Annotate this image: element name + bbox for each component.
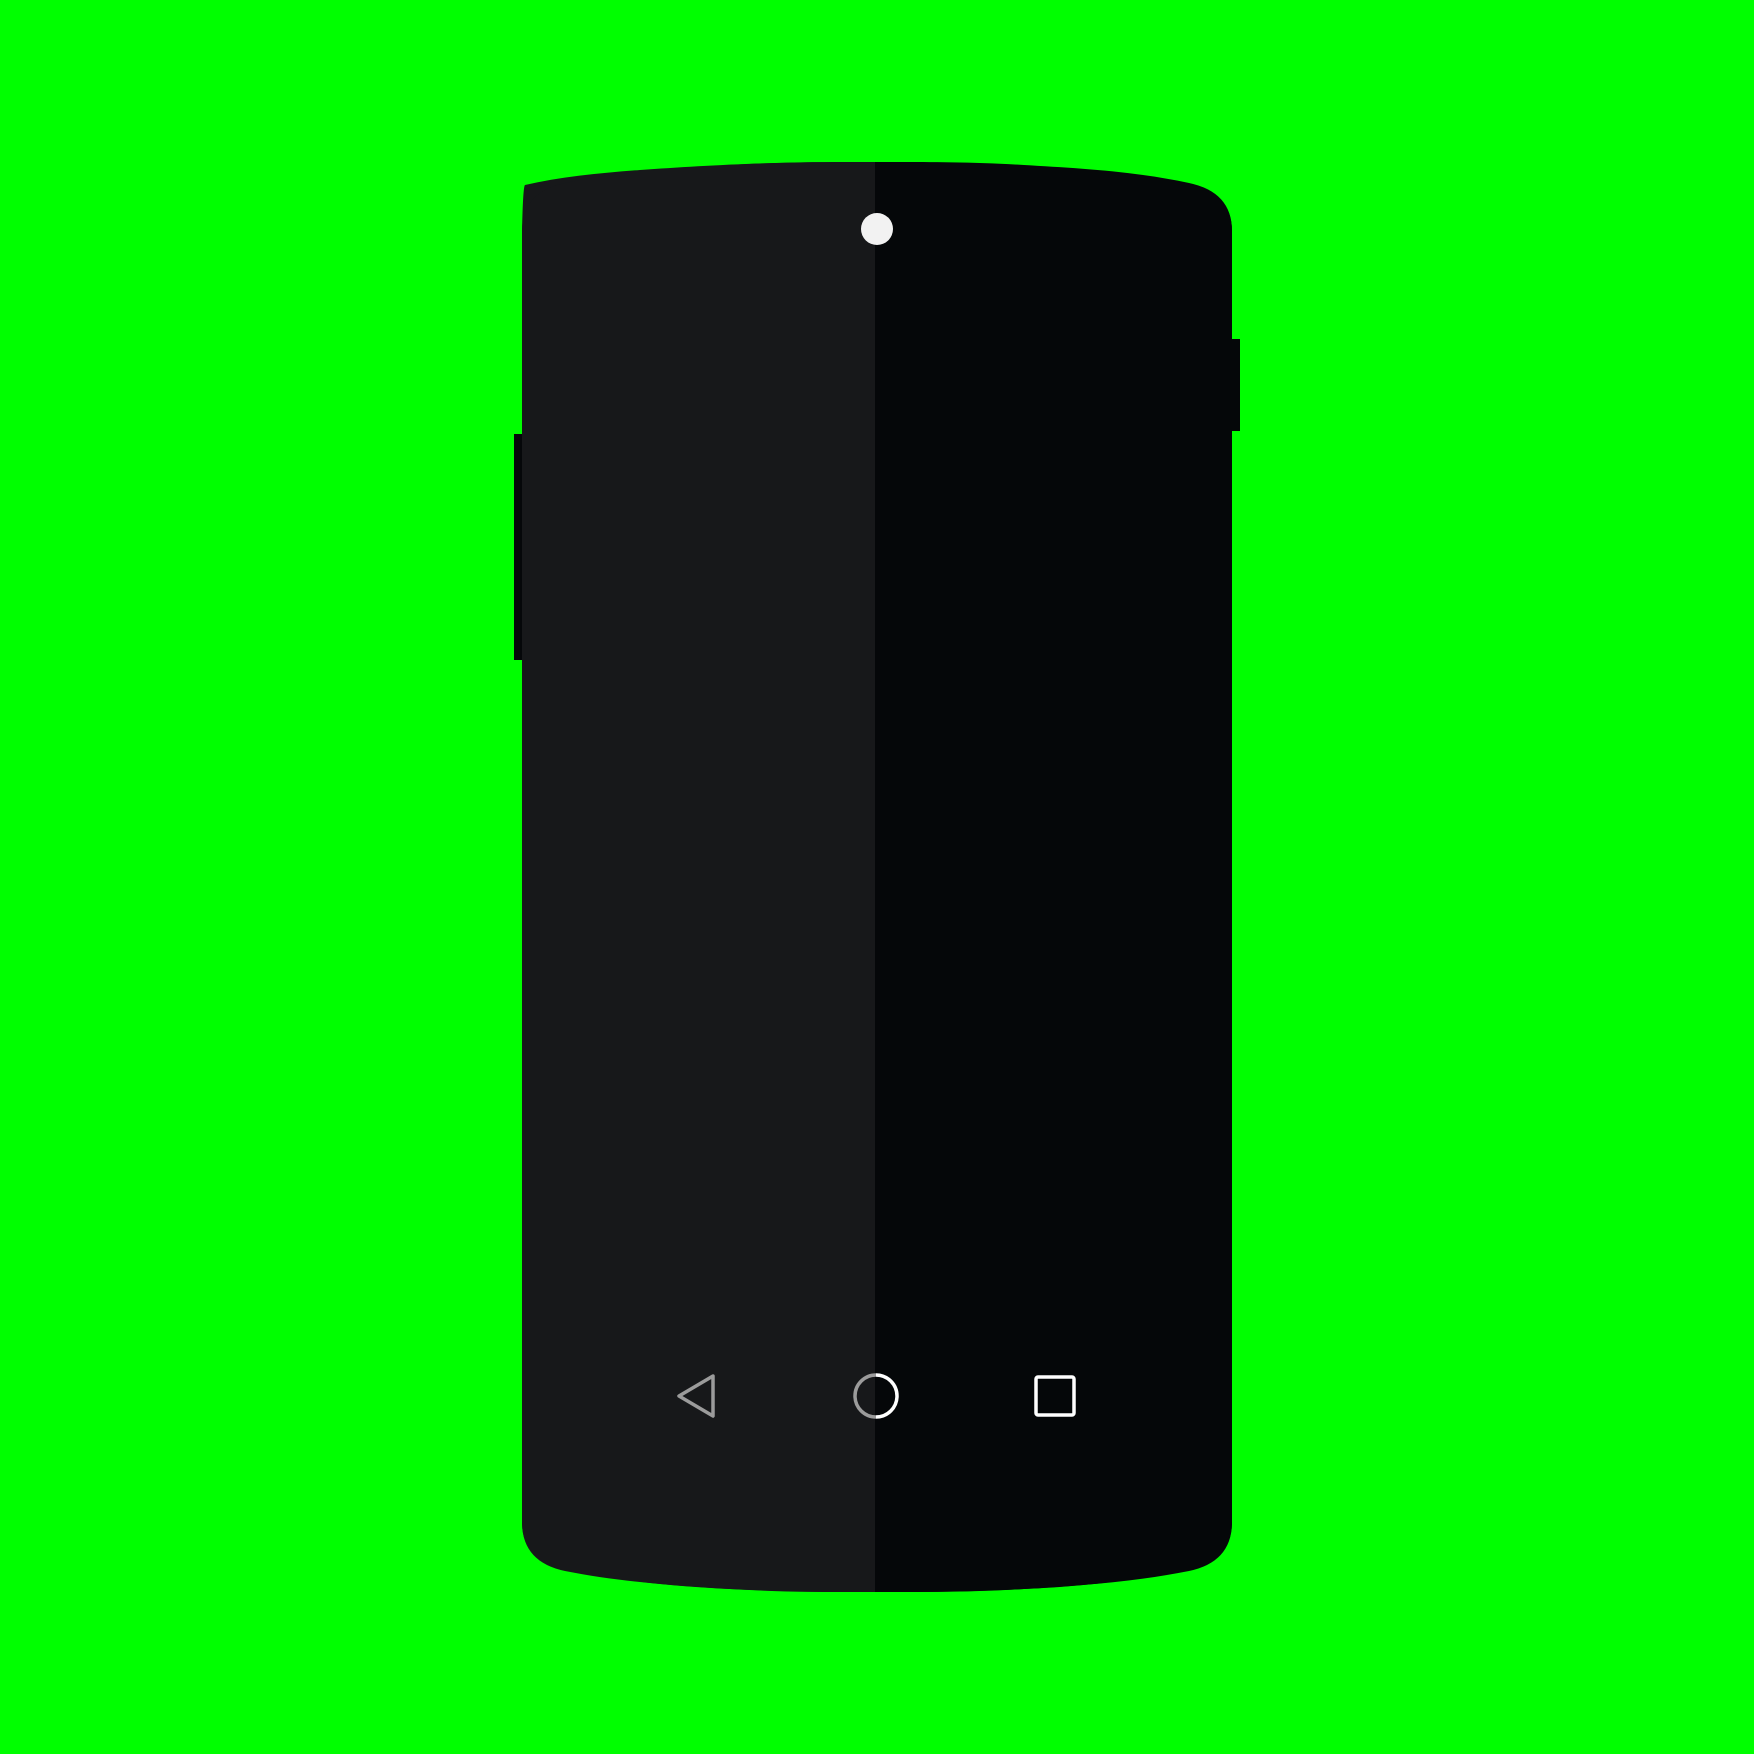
phone-mockup — [514, 162, 1240, 1592]
stage — [0, 0, 1754, 1754]
camera-icon — [861, 213, 893, 245]
